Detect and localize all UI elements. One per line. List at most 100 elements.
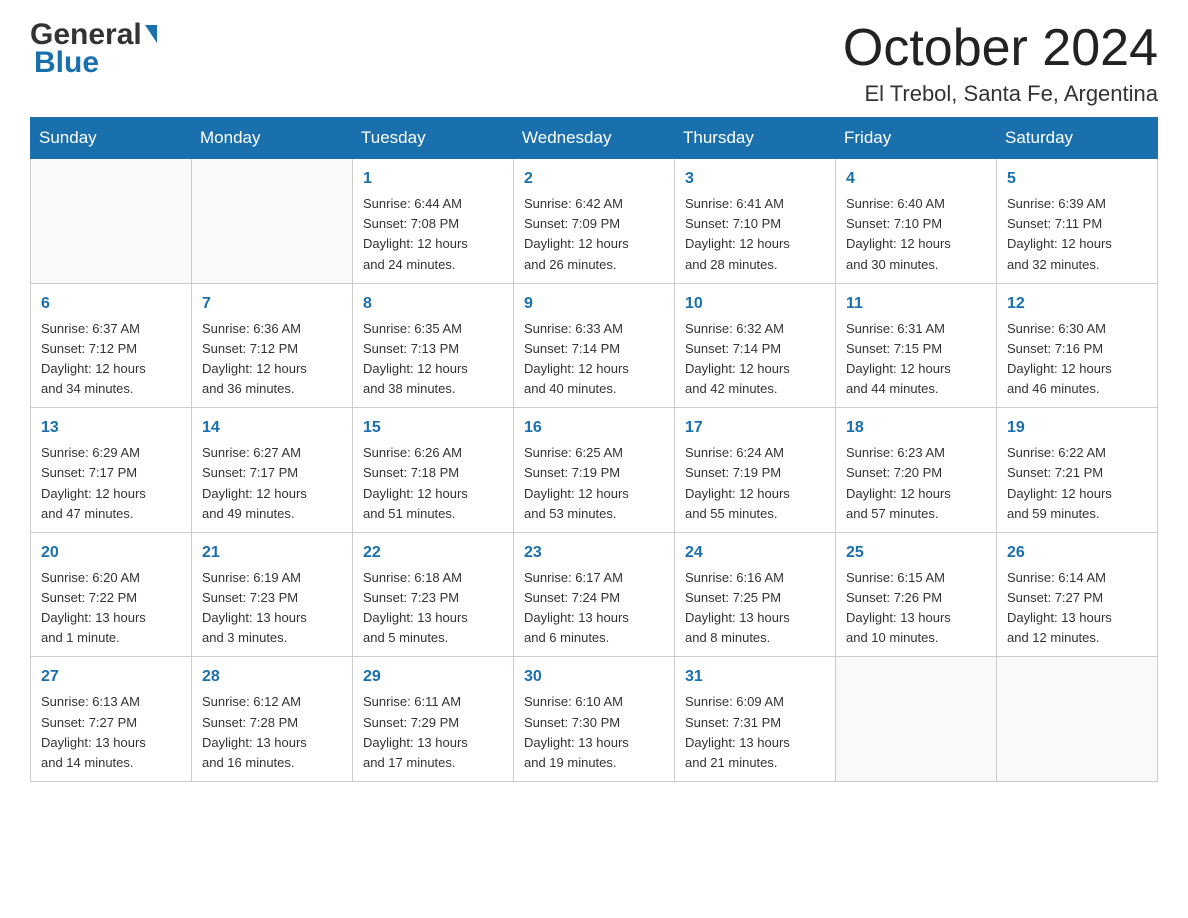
day-number: 17 [685, 416, 825, 440]
day-number: 3 [685, 167, 825, 191]
day-number: 13 [41, 416, 181, 440]
day-number: 7 [202, 292, 342, 316]
day-info: Sunrise: 6:18 AM Sunset: 7:23 PM Dayligh… [363, 568, 503, 649]
table-row: 5Sunrise: 6:39 AM Sunset: 7:11 PM Daylig… [997, 159, 1158, 284]
day-info: Sunrise: 6:19 AM Sunset: 7:23 PM Dayligh… [202, 568, 342, 649]
day-info: Sunrise: 6:30 AM Sunset: 7:16 PM Dayligh… [1007, 319, 1147, 400]
day-number: 4 [846, 167, 986, 191]
day-number: 16 [524, 416, 664, 440]
table-row: 1 Sunrise: 6:44 AM Sunset: 7:08 PM Daylig… [353, 159, 514, 284]
table-row: 24Sunrise: 6:16 AM Sunset: 7:25 PM Dayli… [675, 532, 836, 657]
day-info: Sunrise: 6:26 AM Sunset: 7:18 PM Dayligh… [363, 443, 503, 524]
table-row: 29 Sunrise: 6:11 AM Sunset: 7:29 PM Dayli… [353, 657, 514, 782]
table-row [836, 657, 997, 782]
day-number: 12 [1007, 292, 1147, 316]
table-row: 10Sunrise: 6:32 AM Sunset: 7:14 PM Dayli… [675, 283, 836, 408]
day-number: 26 [1007, 541, 1147, 565]
calendar-week-row: 20 Sunrise: 6:20 AM Sunset: 7:22 PM Dayli… [31, 532, 1158, 657]
location-text: El Trebol, Santa Fe, Argentina [843, 81, 1158, 107]
day-info: Sunrise: 6:37 AM Sunset: 7:12 PM Dayligh… [41, 319, 181, 400]
calendar-table: Sunday Monday Tuesday Wednesday Thursday… [30, 117, 1158, 782]
day-info: Sunrise: 6:42 AM Sunset: 7:09 PM Dayligh… [524, 194, 664, 275]
table-row: 8Sunrise: 6:35 AM Sunset: 7:13 PM Daylig… [353, 283, 514, 408]
table-row: 3 Sunrise: 6:41 AM Sunset: 7:10 PM Daylig… [675, 159, 836, 284]
day-number: 24 [685, 541, 825, 565]
table-row: 28Sunrise: 6:12 AM Sunset: 7:28 PM Dayli… [192, 657, 353, 782]
header-sunday: Sunday [31, 118, 192, 159]
day-info: Sunrise: 6:44 AM Sunset: 7:08 PM Dayligh… [363, 194, 503, 275]
calendar-week-row: 13 Sunrise: 6:29 AM Sunset: 7:17 PM Dayli… [31, 408, 1158, 533]
page-header: General Blue October 2024 El Trebol, San… [30, 20, 1158, 107]
table-row: 9Sunrise: 6:33 AM Sunset: 7:14 PM Daylig… [514, 283, 675, 408]
table-row: 31Sunrise: 6:09 AM Sunset: 7:31 PM Dayli… [675, 657, 836, 782]
day-info: Sunrise: 6:39 AM Sunset: 7:11 PM Dayligh… [1007, 194, 1147, 275]
day-number: 18 [846, 416, 986, 440]
day-info: Sunrise: 6:29 AM Sunset: 7:17 PM Dayligh… [41, 443, 181, 524]
day-number: 23 [524, 541, 664, 565]
table-row: 21Sunrise: 6:19 AM Sunset: 7:23 PM Dayli… [192, 532, 353, 657]
table-row: 12 Sunrise: 6:30 AM Sunset: 7:16 PM Dayli… [997, 283, 1158, 408]
table-row: 14 Sunrise: 6:27 AM Sunset: 7:17 PM Dayli… [192, 408, 353, 533]
calendar-week-row: 6 Sunrise: 6:37 AM Sunset: 7:12 PM Daylig… [31, 283, 1158, 408]
calendar-header-row: Sunday Monday Tuesday Wednesday Thursday… [31, 118, 1158, 159]
table-row: 16 Sunrise: 6:25 AM Sunset: 7:19 PM Dayli… [514, 408, 675, 533]
day-number: 27 [41, 665, 181, 689]
day-info: Sunrise: 6:40 AM Sunset: 7:10 PM Dayligh… [846, 194, 986, 275]
table-row [997, 657, 1158, 782]
day-number: 6 [41, 292, 181, 316]
table-row: 27 Sunrise: 6:13 AM Sunset: 7:27 PM Dayli… [31, 657, 192, 782]
header-monday: Monday [192, 118, 353, 159]
logo: General Blue [30, 20, 157, 78]
table-row: 22 Sunrise: 6:18 AM Sunset: 7:23 PM Dayli… [353, 532, 514, 657]
day-number: 11 [846, 292, 986, 316]
day-number: 19 [1007, 416, 1147, 440]
table-row: 26 Sunrise: 6:14 AM Sunset: 7:27 PM Dayli… [997, 532, 1158, 657]
day-info: Sunrise: 6:24 AM Sunset: 7:19 PM Dayligh… [685, 443, 825, 524]
day-info: Sunrise: 6:33 AM Sunset: 7:14 PM Dayligh… [524, 319, 664, 400]
day-number: 2 [524, 167, 664, 191]
table-row: 20 Sunrise: 6:20 AM Sunset: 7:22 PM Dayli… [31, 532, 192, 657]
table-row: 18 Sunrise: 6:23 AM Sunset: 7:20 PM Dayli… [836, 408, 997, 533]
header-thursday: Thursday [675, 118, 836, 159]
table-row: 23 Sunrise: 6:17 AM Sunset: 7:24 PM Dayli… [514, 532, 675, 657]
day-info: Sunrise: 6:36 AM Sunset: 7:12 PM Dayligh… [202, 319, 342, 400]
header-saturday: Saturday [997, 118, 1158, 159]
day-number: 15 [363, 416, 503, 440]
day-info: Sunrise: 6:25 AM Sunset: 7:19 PM Dayligh… [524, 443, 664, 524]
calendar-week-row: 27 Sunrise: 6:13 AM Sunset: 7:27 PM Dayli… [31, 657, 1158, 782]
table-row [192, 159, 353, 284]
day-number: 22 [363, 541, 503, 565]
table-row: 6 Sunrise: 6:37 AM Sunset: 7:12 PM Daylig… [31, 283, 192, 408]
day-info: Sunrise: 6:15 AM Sunset: 7:26 PM Dayligh… [846, 568, 986, 649]
table-row: 2 Sunrise: 6:42 AM Sunset: 7:09 PM Daylig… [514, 159, 675, 284]
month-title: October 2024 [843, 20, 1158, 77]
day-info: Sunrise: 6:13 AM Sunset: 7:27 PM Dayligh… [41, 692, 181, 773]
table-row: 19Sunrise: 6:22 AM Sunset: 7:21 PM Dayli… [997, 408, 1158, 533]
day-info: Sunrise: 6:27 AM Sunset: 7:17 PM Dayligh… [202, 443, 342, 524]
day-info: Sunrise: 6:12 AM Sunset: 7:28 PM Dayligh… [202, 692, 342, 773]
table-row: 17 Sunrise: 6:24 AM Sunset: 7:19 PM Dayli… [675, 408, 836, 533]
day-info: Sunrise: 6:17 AM Sunset: 7:24 PM Dayligh… [524, 568, 664, 649]
title-section: October 2024 El Trebol, Santa Fe, Argent… [843, 20, 1158, 107]
day-info: Sunrise: 6:35 AM Sunset: 7:13 PM Dayligh… [363, 319, 503, 400]
header-wednesday: Wednesday [514, 118, 675, 159]
day-number: 1 [363, 167, 503, 191]
table-row: 30Sunrise: 6:10 AM Sunset: 7:30 PM Dayli… [514, 657, 675, 782]
calendar-week-row: 1 Sunrise: 6:44 AM Sunset: 7:08 PM Daylig… [31, 159, 1158, 284]
day-number: 14 [202, 416, 342, 440]
table-row: 7 Sunrise: 6:36 AM Sunset: 7:12 PM Daylig… [192, 283, 353, 408]
day-number: 20 [41, 541, 181, 565]
day-info: Sunrise: 6:10 AM Sunset: 7:30 PM Dayligh… [524, 692, 664, 773]
day-info: Sunrise: 6:20 AM Sunset: 7:22 PM Dayligh… [41, 568, 181, 649]
day-info: Sunrise: 6:41 AM Sunset: 7:10 PM Dayligh… [685, 194, 825, 275]
logo-blue-text: Blue [30, 48, 157, 78]
day-info: Sunrise: 6:23 AM Sunset: 7:20 PM Dayligh… [846, 443, 986, 524]
day-info: Sunrise: 6:09 AM Sunset: 7:31 PM Dayligh… [685, 692, 825, 773]
table-row: 25Sunrise: 6:15 AM Sunset: 7:26 PM Dayli… [836, 532, 997, 657]
day-info: Sunrise: 6:11 AM Sunset: 7:29 PM Dayligh… [363, 692, 503, 773]
day-info: Sunrise: 6:14 AM Sunset: 7:27 PM Dayligh… [1007, 568, 1147, 649]
table-row: 4 Sunrise: 6:40 AM Sunset: 7:10 PM Daylig… [836, 159, 997, 284]
logo-triangle-icon [145, 25, 157, 43]
header-tuesday: Tuesday [353, 118, 514, 159]
day-number: 29 [363, 665, 503, 689]
